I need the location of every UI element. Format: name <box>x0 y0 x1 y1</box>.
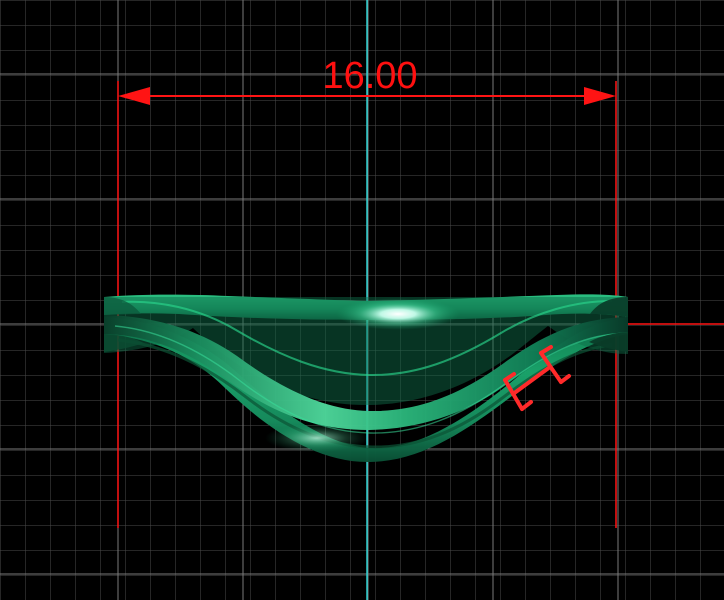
dimension-label: 16.00 <box>322 55 417 97</box>
cad-viewport[interactable]: 16.00 <box>0 0 724 600</box>
viewport-canvas[interactable]: 16.00 <box>0 0 724 600</box>
ring-lower-highlight <box>265 424 369 452</box>
ring-highlight <box>336 298 460 330</box>
